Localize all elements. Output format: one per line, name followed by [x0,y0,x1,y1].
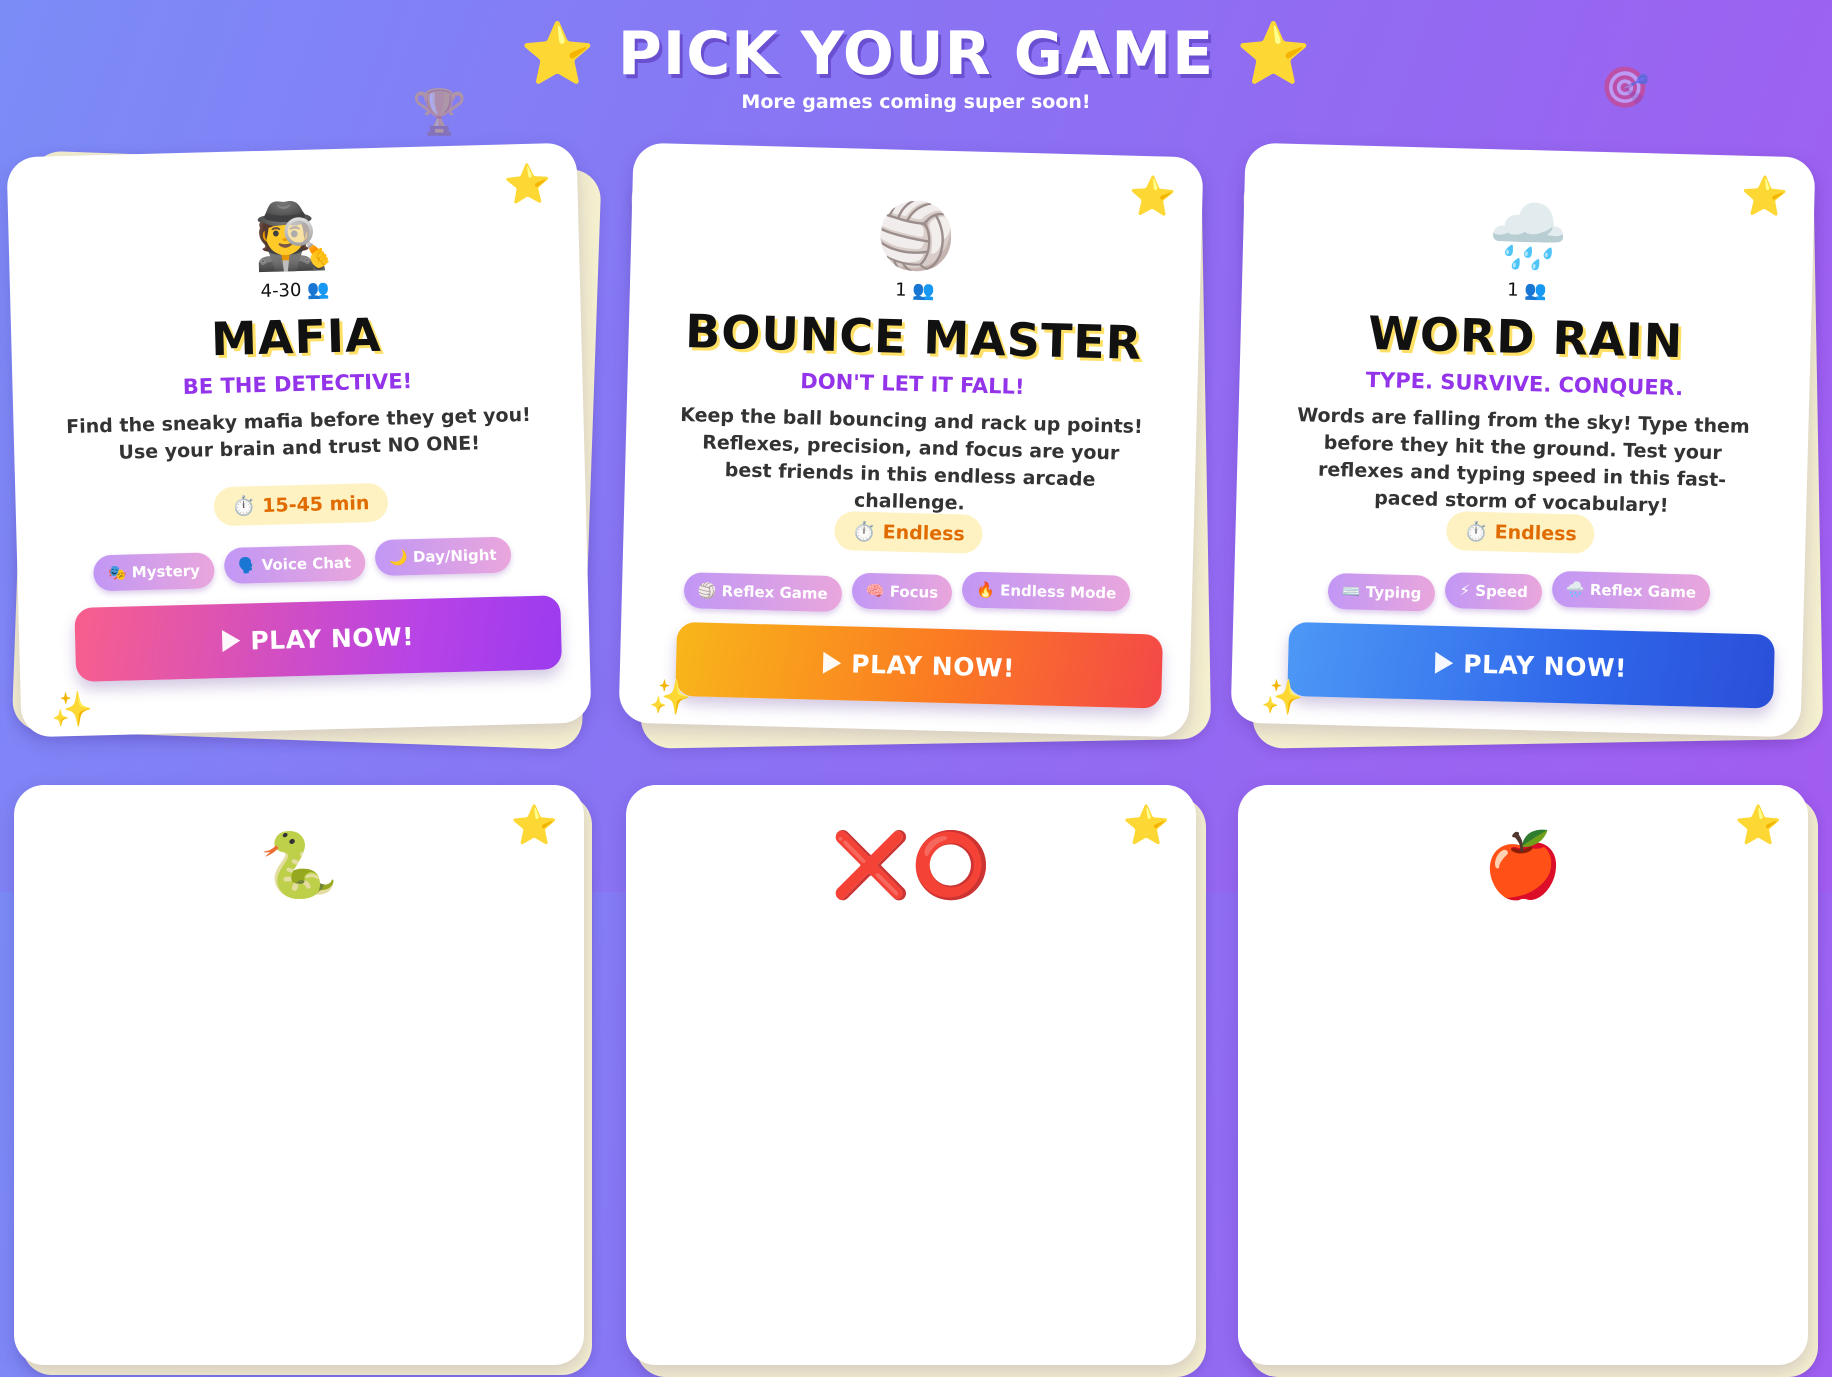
game-card-word-rain[interactable]: ⭐ 🌧️ 1 👥 WORD RAIN TYPE. SURVIVE. CONQUE… [1230,142,1824,749]
game-tagline: TYPE. SURVIVE. CONQUER. [1365,367,1684,401]
game-card-snake[interactable]: ⭐ 🐍 [14,785,592,1375]
trophy-icon: 🏆 [412,87,467,138]
game-description: Words are falling from the sky! Type the… [1296,404,1751,517]
sparkle-icon: ✨ [1260,677,1305,719]
tag-mystery: 🎭 Mystery [93,552,215,592]
target-icon: 🎯 [1600,65,1650,111]
detective-icon: 🕵️ [252,199,335,276]
play-button-label: PLAY NOW! [250,621,415,655]
title-star-left-icon: ⭐ [520,19,596,89]
play-icon [222,629,241,653]
game-description: Find the sneaky mafia before they get yo… [65,403,532,464]
play-now-button[interactable]: PLAY NOW! [74,595,563,682]
game-tagline: DON'T LET IT FALL! [800,369,1025,399]
apple-icon: 🍎 [1483,829,1563,903]
tag-voice-chat: 🗣️ Voice Chat [223,544,366,585]
play-icon [1435,651,1454,675]
game-description: Keep the ball bouncing and rack up point… [680,403,1143,515]
tag-typing: ⌨️ Typing [1327,572,1436,612]
play-icon [823,651,842,675]
sparkle-icon: ✨ [50,689,94,731]
duration-badge: ⏱️ 15-45 min [213,482,388,527]
page-title: ⭐ PICK YOUR GAME ⭐ [0,18,1832,89]
tic-tac-toe-icon: ❌⭕ [831,829,991,903]
play-now-button[interactable]: PLAY NOW! [1287,621,1775,709]
tag-endless-mode: 🔥 Endless Mode [961,571,1131,612]
play-button-label: PLAY NOW! [1462,649,1628,683]
game-card-bounce-master[interactable]: ⭐ 🏐 1 👥 BOUNCE MASTER DON'T LET IT FALL!… [618,142,1212,749]
snake-icon: 🐍 [259,829,339,903]
duration-badge: ⏱️ Endless [833,511,984,554]
player-count: 1 👥 [894,279,935,302]
tag-day-night: 🌙 Day/Night [374,536,512,577]
player-count: 1 👥 [1506,279,1547,302]
duration-badge: ⏱️ Endless [1445,511,1596,554]
rain-cloud-icon: 🌧️ [1487,199,1570,276]
game-card-mafia[interactable]: ⭐ 🕵️ 4-30 👥 MAFIA BE THE DETECTIVE! Find… [6,142,602,751]
game-title: MAFIA [210,307,383,367]
volleyball-icon: 🏐 [875,199,958,276]
player-count: 4-30 👥 [260,279,330,302]
tag-reflex-game: 🌧️ Reflex Game [1551,570,1711,611]
game-title: WORD RAIN [1367,305,1684,369]
game-card-apple[interactable]: ⭐ 🍎 [1238,785,1818,1377]
page-header: ⭐ PICK YOUR GAME ⭐ More games coming sup… [0,18,1832,113]
tag-reflex-game: 🏐 Reflex Game [683,572,843,613]
play-now-button[interactable]: PLAY NOW! [675,621,1163,709]
title-text: PICK YOUR GAME [617,19,1215,89]
tag-speed: ⚡ Speed [1445,572,1543,611]
tag-list: 🎭 Mystery 🗣️ Voice Chat 🌙 Day/Night [17,536,588,594]
sparkle-icon: ✨ [648,677,693,719]
play-button-label: PLAY NOW! [850,649,1016,683]
tag-list: 🏐 Reflex Game 🧠 Focus 🔥 Endless Mode [622,570,1193,621]
game-tagline: BE THE DETECTIVE! [182,369,413,400]
tag-list: ⌨️ Typing ⚡ Speed 🌧️ Reflex Game [1234,570,1805,621]
game-card-tic-tac-toe[interactable]: ⭐ ❌⭕ [626,785,1206,1377]
tag-focus: 🧠 Focus [851,572,953,612]
game-title: BOUNCE MASTER [684,304,1143,371]
title-star-right-icon: ⭐ [1236,19,1312,89]
page-subtitle: More games coming super soon! [741,91,1091,113]
